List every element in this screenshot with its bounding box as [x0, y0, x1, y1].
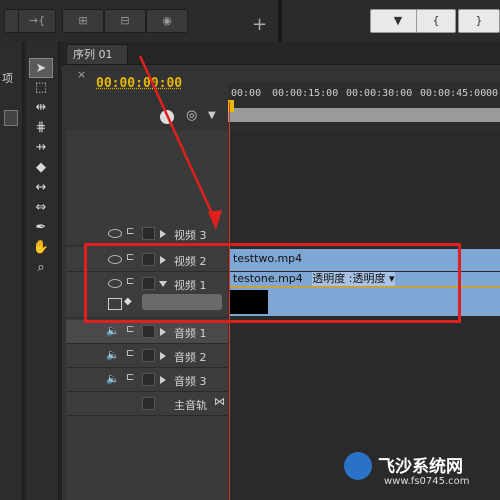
track-audio-2[interactable]: 🔈 ⊏ 音频 2	[66, 344, 228, 368]
selection-tool-icon[interactable]: ➤	[29, 58, 53, 78]
lock-icon[interactable]: ⊏	[126, 372, 134, 383]
eye-icon[interactable]	[108, 229, 122, 238]
time-ruler[interactable]: 00:00 00:00:15:00 00:00:30:00 00:00:45:0…	[228, 82, 500, 130]
project-panel: 项	[0, 42, 23, 500]
ripple-edit-tool-icon[interactable]: ⇹	[29, 98, 53, 118]
mark-in-button[interactable]: {	[416, 9, 456, 33]
slide-tool-icon[interactable]: ⇔	[29, 198, 53, 218]
track-label: 音频 3	[174, 375, 207, 388]
lock-icon[interactable]: ⊏	[126, 348, 134, 359]
track-lock-box[interactable]	[142, 373, 155, 386]
insert-button[interactable]: →{	[18, 9, 56, 33]
master-toggle-icon[interactable]: ⋈	[214, 395, 225, 408]
track-audio-1[interactable]: 🔈 ⊏ 音频 1	[66, 320, 228, 344]
ruler-tick: 00:00:30:00	[346, 88, 413, 99]
ruler-tick: 00:00:15:00	[272, 88, 339, 99]
project-panel-label: 项	[2, 72, 13, 85]
timecode-display[interactable]: 00:00:00:00	[96, 76, 182, 91]
track-label: 主音轨	[174, 399, 207, 412]
overlay-button[interactable]: ⊞	[62, 9, 104, 33]
razor-tool-icon[interactable]: ◆	[29, 158, 53, 178]
work-area-bar[interactable]	[228, 108, 500, 122]
panel-divider	[278, 0, 282, 42]
hand-tool-icon[interactable]: ✋	[29, 238, 53, 258]
panel-scroll[interactable]	[4, 110, 18, 126]
tab-label: 序列 01	[73, 48, 113, 61]
camera-button[interactable]: ◉	[146, 9, 188, 33]
add-button[interactable]: +	[252, 14, 267, 35]
expand-icon[interactable]	[160, 352, 166, 360]
expand-icon[interactable]	[160, 328, 166, 336]
export-frame-button[interactable]: ⊟	[104, 9, 146, 33]
rolling-edit-tool-icon[interactable]: ⋕	[29, 118, 53, 138]
slip-tool-icon[interactable]: ↔	[29, 178, 53, 198]
speaker-icon[interactable]: 🔈	[106, 348, 120, 361]
ruler-tick: 00:00:45:00	[420, 88, 487, 99]
pen-tool-icon[interactable]: ✒	[29, 218, 53, 238]
track-master[interactable]: 主音轨 ⋈	[66, 392, 228, 416]
zoom-tool-icon[interactable]: ⌕	[29, 258, 53, 278]
tab-close-icon[interactable]: ×	[77, 68, 86, 81]
watermark-url: www.fs0745.com	[384, 476, 470, 487]
ruler-tick: 00:	[486, 88, 500, 99]
tab-sequence-01[interactable]: 序列 01 ×	[66, 44, 128, 81]
expand-icon[interactable]	[160, 376, 166, 384]
mark-out-button[interactable]: }	[458, 9, 500, 33]
track-lock-box[interactable]	[142, 227, 155, 240]
track-lock-box[interactable]	[142, 325, 155, 338]
ruler-tick: 00:00	[231, 88, 262, 99]
top-toolbar: →{ ⊞ ⊟ ◉ + ▼ { }	[0, 0, 500, 43]
watermark: 飞沙系统网 www.fs0745.com	[336, 446, 500, 500]
lock-icon[interactable]: ⊏	[126, 324, 134, 335]
lock-icon[interactable]: ⊏	[126, 226, 134, 237]
marker-settings-icon[interactable]: ◎	[186, 108, 197, 123]
track-label: 视频 3	[174, 229, 207, 242]
track-label: 音频 2	[174, 351, 207, 364]
logo-icon	[344, 452, 372, 480]
snap-icon[interactable]	[160, 110, 174, 124]
track-select-tool-icon[interactable]: ⬚	[29, 78, 53, 98]
add-marker-icon[interactable]: ▼	[208, 110, 216, 121]
highlight-box	[84, 243, 461, 323]
track-label: 音频 1	[174, 327, 207, 340]
expand-icon[interactable]	[160, 230, 166, 238]
speaker-icon[interactable]: 🔈	[106, 324, 120, 337]
track-lock-box[interactable]	[142, 349, 155, 362]
speaker-icon[interactable]: 🔈	[106, 372, 120, 385]
track-lock-box[interactable]	[142, 397, 155, 410]
rate-stretch-tool-icon[interactable]: ⇸	[29, 138, 53, 158]
watermark-title: 飞沙系统网	[378, 457, 463, 477]
tools-panel: ➤ ⬚ ⇹ ⋕ ⇸ ◆ ↔ ⇔ ✒ ✋ ⌕	[26, 42, 59, 500]
track-audio-3[interactable]: 🔈 ⊏ 音频 3	[66, 368, 228, 392]
